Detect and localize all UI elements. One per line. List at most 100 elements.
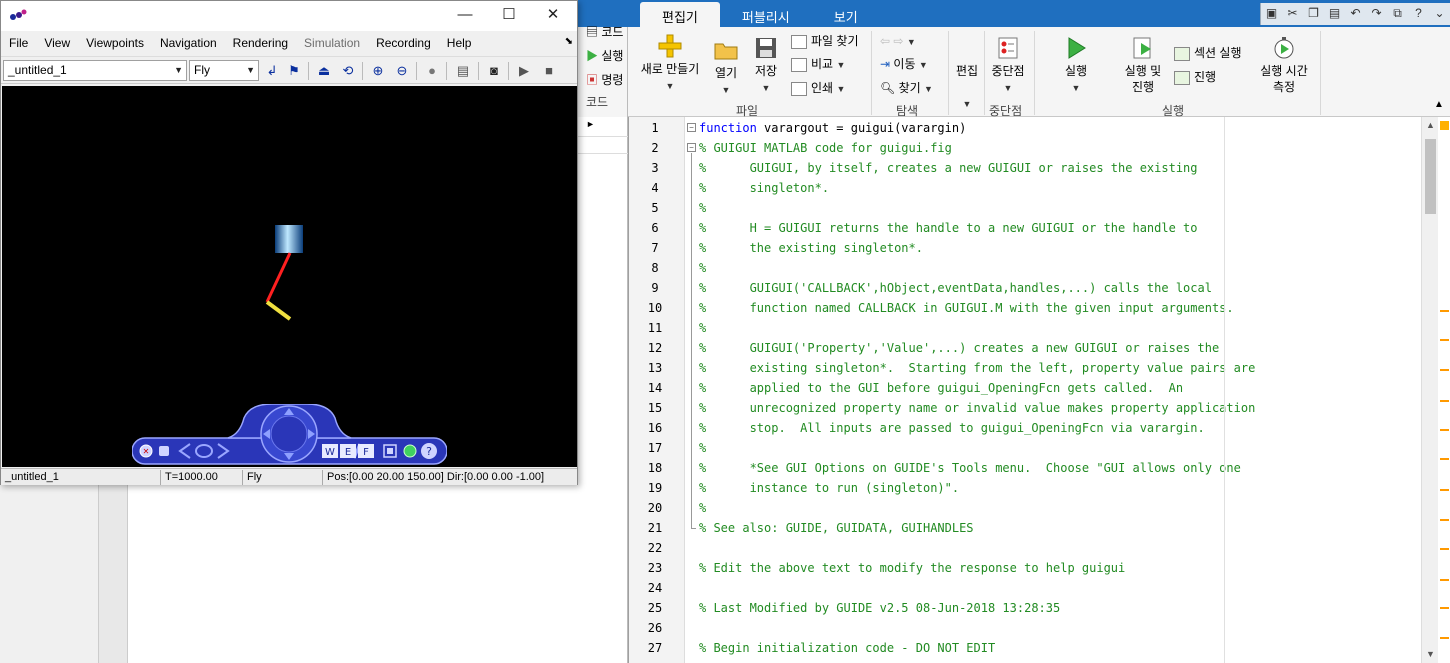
code-line[interactable]: % GUIGUI MATLAB code for guigui.fig — [699, 141, 952, 155]
code-line[interactable]: % *See GUI Options on GUIDE's Tools menu… — [699, 461, 1241, 475]
close-nav-icon[interactable]: ✕ — [139, 444, 153, 458]
wireframe-toggle[interactable]: W — [322, 444, 338, 458]
menu-help[interactable]: Help — [439, 36, 480, 50]
find-files-button[interactable]: 파일 찾기 — [791, 31, 859, 51]
warning-marker[interactable] — [1440, 489, 1449, 491]
scroll-down-icon[interactable]: ▼ — [1422, 646, 1439, 663]
record-icon[interactable]: ● — [422, 61, 442, 81]
tab-editor[interactable]: 편집기 — [640, 2, 720, 27]
code-line[interactable]: % the existing singleton*. — [699, 241, 923, 255]
code-line[interactable]: % GUIGUI('CALLBACK',hObject,eventData,ha… — [699, 281, 1212, 295]
navigation-mode-select[interactable]: Fly ▼ — [189, 60, 259, 81]
code-line[interactable]: % instance to run (singleton)". — [699, 481, 959, 495]
undo-icon[interactable]: ↶ — [1345, 3, 1366, 23]
back-forward-buttons[interactable]: ⇦ ⇨ ▼ — [880, 31, 916, 51]
code-line[interactable]: % Last Modified by GUIDE v2.5 08-Jun-201… — [699, 601, 1060, 615]
properties-icon[interactable]: ▤ — [453, 61, 473, 81]
code-line[interactable]: % GUIGUI('Property','Value',...) creates… — [699, 341, 1219, 355]
tab-view[interactable]: 보기 — [812, 2, 880, 27]
code-line[interactable]: % — [699, 261, 706, 275]
save-icon[interactable]: ▣ — [1261, 3, 1282, 23]
code-line[interactable]: % — [699, 441, 706, 455]
code-line[interactable]: % — [699, 501, 706, 515]
camera-icon[interactable]: ◙ — [484, 61, 504, 81]
paste-icon[interactable]: ▤ — [1324, 3, 1345, 23]
breakpoints-button[interactable]: 중단점 ▼ — [988, 35, 1028, 96]
run-and-advance-button[interactable]: 실행 및 진행 — [1118, 35, 1168, 95]
minimize-button[interactable]: — — [443, 4, 487, 26]
code-line[interactable]: % — [699, 321, 706, 335]
warning-marker[interactable] — [1440, 310, 1449, 312]
fold-toggle-icon[interactable]: − — [687, 123, 696, 132]
run-section-button[interactable]: 섹션 실행 — [1174, 43, 1242, 63]
code-line[interactable]: % applied to the GUI before guigui_Openi… — [699, 381, 1183, 395]
warning-marker[interactable] — [1440, 429, 1449, 431]
code-line[interactable]: % — [699, 201, 706, 215]
compare-button[interactable]: 비교 ▼ — [791, 54, 845, 74]
left-strip-item[interactable]: ▶ 실행 — [586, 47, 623, 64]
menu-view[interactable]: View — [36, 36, 78, 50]
viewpoint-select[interactable]: _untitled_1 ▼ — [3, 60, 187, 81]
warning-marker[interactable] — [1440, 519, 1449, 521]
tab-publish[interactable]: 퍼블리시 — [720, 2, 812, 27]
code-line[interactable]: % function named CALLBACK in GUIGUI.M wi… — [699, 301, 1234, 315]
restore-toolbar-icon[interactable]: ⬊ — [565, 36, 573, 47]
left-strip-item[interactable]: ▣ 명령 — [586, 71, 623, 88]
redo-icon[interactable]: ↷ — [1366, 3, 1387, 23]
fly-toggle[interactable]: F — [358, 444, 374, 458]
advance-button[interactable]: 진행 — [1174, 67, 1216, 87]
code-line[interactable]: % singleton*. — [699, 181, 829, 195]
menu-navigation[interactable]: Navigation — [152, 36, 225, 50]
help-nav-icon[interactable]: ? — [421, 443, 437, 459]
help-icon[interactable]: ? — [1408, 3, 1429, 23]
warning-marker[interactable] — [1440, 339, 1449, 341]
menu-recording[interactable]: Recording — [368, 36, 439, 50]
straighten-up-icon[interactable]: ⏏ — [314, 61, 334, 81]
zoom-out-icon[interactable]: ⊖ — [392, 61, 412, 81]
new-button[interactable]: 새로 만들기 ▼ — [634, 33, 706, 94]
zoom-in-icon[interactable]: ⊕ — [368, 61, 388, 81]
menu-viewpoints[interactable]: Viewpoints — [78, 36, 152, 50]
run-and-time-button[interactable]: 실행 시간 측정 — [1256, 35, 1312, 95]
save-button[interactable]: 저장 ▼ — [750, 35, 782, 96]
switch-windows-icon[interactable]: ⧉ — [1387, 3, 1408, 23]
warning-marker[interactable] — [1440, 548, 1449, 550]
play-icon[interactable]: ▶ — [514, 61, 534, 81]
menu-file[interactable]: File — [1, 36, 36, 50]
vertical-scrollbar[interactable]: ▲ ▼ — [1421, 117, 1438, 663]
code-line[interactable]: % See also: GUIDE, GUIDATA, GUIHANDLES — [699, 521, 974, 535]
warning-indicator-icon[interactable] — [1440, 121, 1449, 130]
code-line[interactable]: % unrecognized property name or invalid … — [699, 401, 1255, 415]
run-button[interactable]: 실행 ▼ — [1058, 35, 1094, 96]
scroll-up-icon[interactable]: ▲ — [1422, 117, 1439, 134]
headlight-icon[interactable] — [403, 444, 417, 458]
return-to-viewpoint-icon[interactable]: ↲ — [262, 61, 282, 81]
scroll-thumb[interactable] — [1425, 139, 1436, 214]
left-strip-item[interactable]: ▤ 코드 — [586, 23, 623, 40]
collapse-ribbon-icon[interactable]: ▲ — [1434, 95, 1444, 115]
maximize-button[interactable]: ☐ — [487, 4, 531, 26]
code-line[interactable]: % Edit the above text to modify the resp… — [699, 561, 1125, 575]
create-viewpoint-icon[interactable]: ⚑ — [284, 61, 304, 81]
code-line[interactable]: % existing singleton*. Starting from the… — [699, 361, 1255, 375]
code-line[interactable]: % stop. All inputs are passed to guigui_… — [699, 421, 1205, 435]
warning-marker[interactable] — [1440, 579, 1449, 581]
close-button[interactable]: ✕ — [531, 4, 575, 26]
navigation-panel[interactable]: ✕ W E F ? — [132, 404, 447, 466]
warning-marker[interactable] — [1440, 458, 1449, 460]
3d-scene-canvas[interactable]: ✕ W E F ? — [2, 86, 577, 467]
find-button[interactable]: 🔍︎ 찾기 ▼ — [880, 78, 933, 98]
edit-toggle[interactable]: E — [340, 444, 356, 458]
cut-icon[interactable]: ✂ — [1282, 3, 1303, 23]
menu-rendering[interactable]: Rendering — [225, 36, 296, 50]
code-line[interactable]: function varargout = guigui(varargin) — [699, 121, 966, 135]
goto-button[interactable]: ⇥ 이동 ▼ — [880, 54, 928, 74]
warning-marker[interactable] — [1440, 400, 1449, 402]
warning-marker[interactable] — [1440, 369, 1449, 371]
copy-icon[interactable]: ❐ — [1303, 3, 1324, 23]
print-button[interactable]: 인쇄 ▼ — [791, 78, 845, 98]
warning-marker[interactable] — [1440, 607, 1449, 609]
warning-marker[interactable] — [1440, 637, 1449, 639]
code-line[interactable]: % Begin initialization code - DO NOT EDI… — [699, 641, 995, 655]
code-line[interactable]: % GUIGUI, by itself, creates a new GUIGU… — [699, 161, 1198, 175]
